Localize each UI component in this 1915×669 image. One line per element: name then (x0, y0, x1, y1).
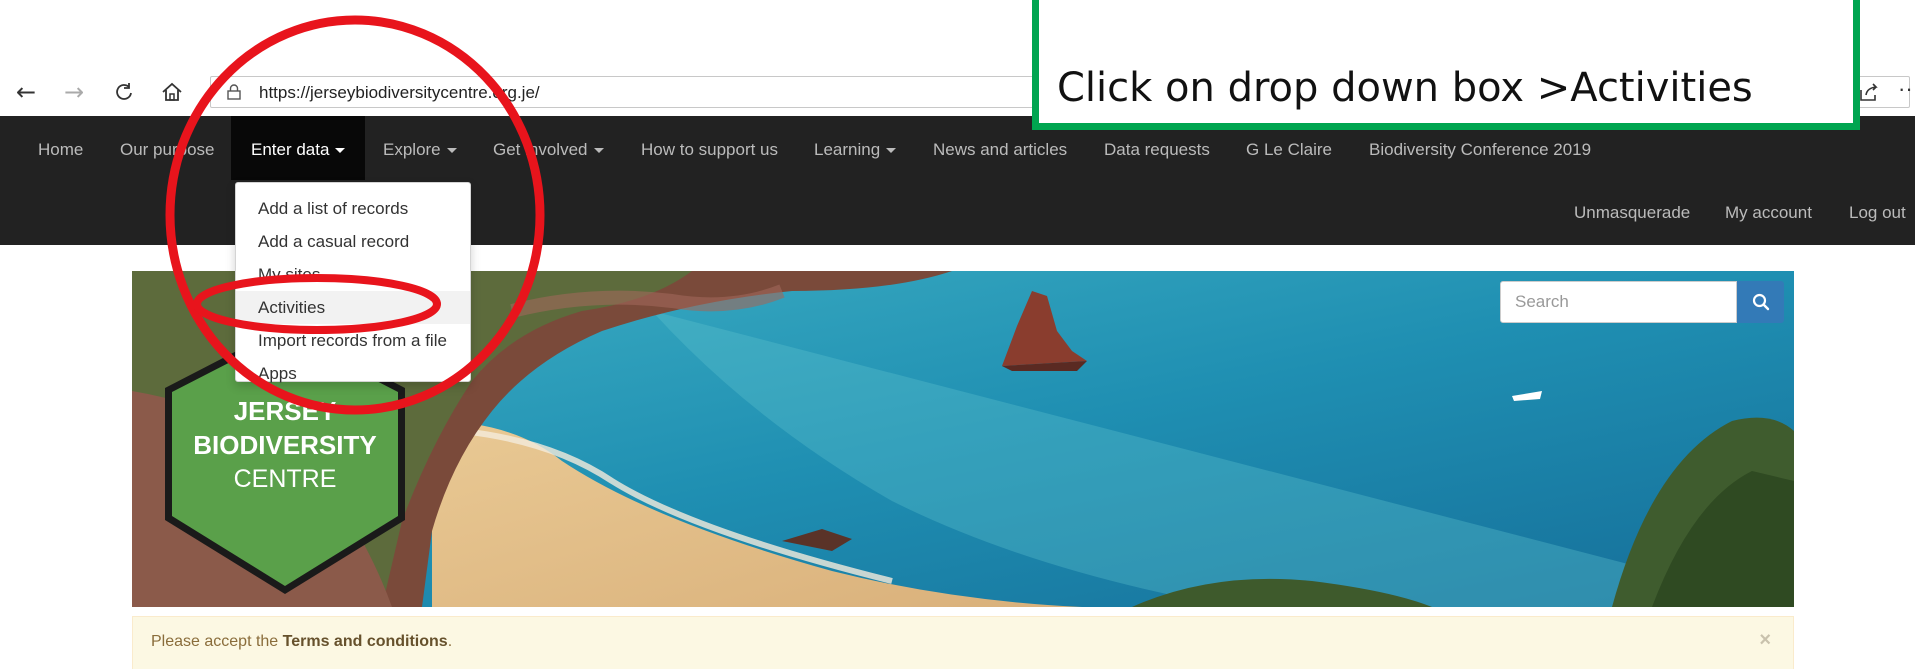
alert-message: Please accept the Terms and conditions. (151, 633, 452, 651)
dropdown-item-my-sites[interactable]: My sites (236, 258, 470, 291)
search-icon (1752, 293, 1769, 311)
dropdown-item-activities[interactable]: Activities (236, 291, 470, 324)
dropdown-item-add-list-of-records[interactable]: Add a list of records (236, 192, 470, 225)
logo-text-jersey: JERSEY (233, 396, 337, 426)
close-icon[interactable]: × (1759, 629, 1771, 652)
logo-text-centre: CENTRE (233, 465, 337, 493)
nav-enter-data[interactable]: Enter data (251, 140, 346, 160)
nav-learning-label: Learning (814, 140, 881, 159)
annotation-callout: Click on drop down box >Activities (1032, 0, 1860, 130)
annotation-callout-text: Click on drop down box >Activities (1057, 65, 1753, 111)
nav-our-purpose[interactable]: Our purpose (120, 140, 215, 160)
nav-biodiversity-conference[interactable]: Biodiversity Conference 2019 (1369, 140, 1591, 160)
search-input[interactable]: Search (1500, 281, 1737, 323)
enter-data-dropdown-menu: Add a list of records Add a casual recor… (235, 182, 471, 383)
alert-prefix: Please accept the (151, 633, 283, 650)
refresh-icon[interactable] (108, 76, 140, 108)
forward-arrow-icon[interactable]: → (58, 76, 90, 108)
logo-text-biodiversity: BIODIVERSITY (193, 430, 377, 460)
nav-home[interactable]: Home (38, 140, 83, 160)
nav-data-requests[interactable]: Data requests (1104, 140, 1210, 160)
nav-enter-data-label: Enter data (251, 140, 330, 159)
share-icon[interactable] (1858, 82, 1880, 102)
caret-down-icon (593, 148, 604, 154)
nav-my-account[interactable]: My account (1725, 203, 1812, 223)
lock-icon (227, 84, 241, 100)
terms-and-conditions-link[interactable]: Terms and conditions (283, 633, 448, 650)
nav-how-to-support-us[interactable]: How to support us (641, 140, 778, 160)
nav-get-involved[interactable]: Get involved (493, 140, 604, 160)
search-placeholder: Search (1515, 292, 1569, 311)
caret-down-icon (335, 148, 346, 154)
terms-alert: Please accept the Terms and conditions. … (132, 616, 1794, 669)
nav-explore-label: Explore (383, 140, 441, 159)
alert-suffix: . (447, 633, 453, 650)
nav-unmasquerade[interactable]: Unmasquerade (1574, 203, 1690, 223)
screenshot-root: ← → https://jerseybiodiversitycentre.org… (0, 0, 1915, 669)
nav-log-out[interactable]: Log out (1849, 203, 1906, 223)
nav-news-and-articles[interactable]: News and articles (933, 140, 1067, 160)
nav-get-involved-label: Get involved (493, 140, 588, 159)
nav-learning[interactable]: Learning (814, 140, 897, 160)
nav-explore[interactable]: Explore (383, 140, 457, 160)
dropdown-item-import-records[interactable]: Import records from a file (236, 324, 470, 357)
search-button[interactable] (1737, 281, 1784, 323)
back-arrow-icon[interactable]: ← (10, 76, 42, 108)
home-icon[interactable] (156, 76, 188, 108)
more-icon[interactable]: ··· (1898, 76, 1915, 102)
caret-down-icon (886, 148, 897, 154)
dropdown-item-add-casual-record[interactable]: Add a casual record (236, 225, 470, 258)
caret-down-icon (446, 148, 457, 154)
url-text: https://jerseybiodiversitycentre.org.je/ (259, 83, 540, 102)
nav-user-name[interactable]: G Le Claire (1246, 140, 1332, 160)
dropdown-item-apps[interactable]: Apps (236, 357, 470, 390)
